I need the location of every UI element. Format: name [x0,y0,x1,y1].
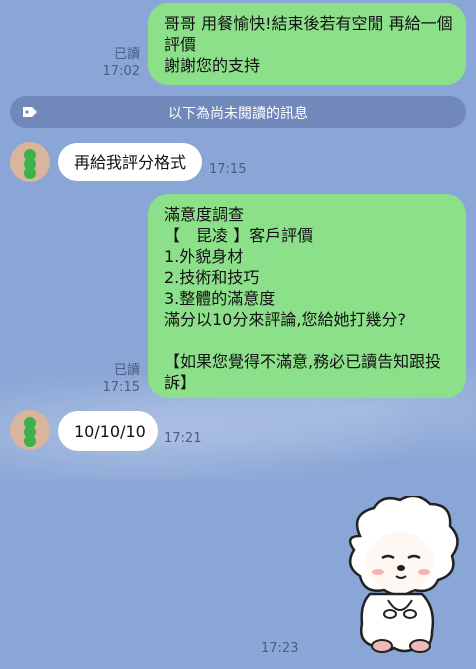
message-time: 17:23 [261,641,299,656]
dango-avatar-icon [24,417,36,448]
sheep-sticker[interactable] [330,496,466,658]
message-line: 評價 [164,35,197,54]
incoming-message[interactable]: 再給我評分格式 [58,143,202,181]
outgoing-message[interactable]: 哥哥 用餐愉快!結束後若有空閒 再給一個 評價 謝謝您的支持 [148,3,466,85]
message-meta: 已讀 17:15 [96,362,140,396]
message-line: 謝謝您的支持 [164,56,261,75]
unread-divider-label: 以下為尚未閱讀的訊息 [168,106,308,122]
unread-divider: 以下為尚未閱讀的訊息 [10,96,466,128]
read-receipt: 已讀 [113,47,140,62]
contact-avatar[interactable] [10,410,50,450]
message-line: 哥哥 用餐愉快!結束後若有空閒 再給一個 [164,14,453,33]
contact-avatar[interactable] [10,142,50,182]
message-time: 17:21 [164,431,202,446]
message-meta: 已讀 17:02 [96,46,140,80]
message-line: 滿分以10分來評論,您給她打幾分? [164,310,406,329]
incoming-message[interactable]: 10/10/10 [58,411,158,451]
message-line: 2.技術和技巧 [164,268,260,287]
message-line: 訴】 [164,373,197,392]
message-line: 【 昆凌 】客戶評價 [164,226,314,245]
message-line: 1.外貌身材 [164,247,244,266]
outgoing-message[interactable]: 滿意度調查 【 昆凌 】客戶評價 1.外貌身材 2.技術和技巧 3.整體的滿意度… [148,194,466,398]
read-receipt: 已讀 [113,363,140,378]
dango-avatar-icon [24,149,36,180]
message-line: 【如果您覺得不滿意,務必已讀告知跟投 [164,352,442,371]
message-text: 10/10/10 [74,422,146,441]
message-line [164,330,441,351]
message-time: 17:02 [102,64,140,79]
message-time: 17:15 [102,380,140,395]
message-line: 滿意度調查 [164,205,245,224]
message-time: 17:15 [209,162,247,177]
message-line: 3.整體的滿意度 [164,289,276,308]
message-text: 再給我評分格式 [74,153,187,172]
